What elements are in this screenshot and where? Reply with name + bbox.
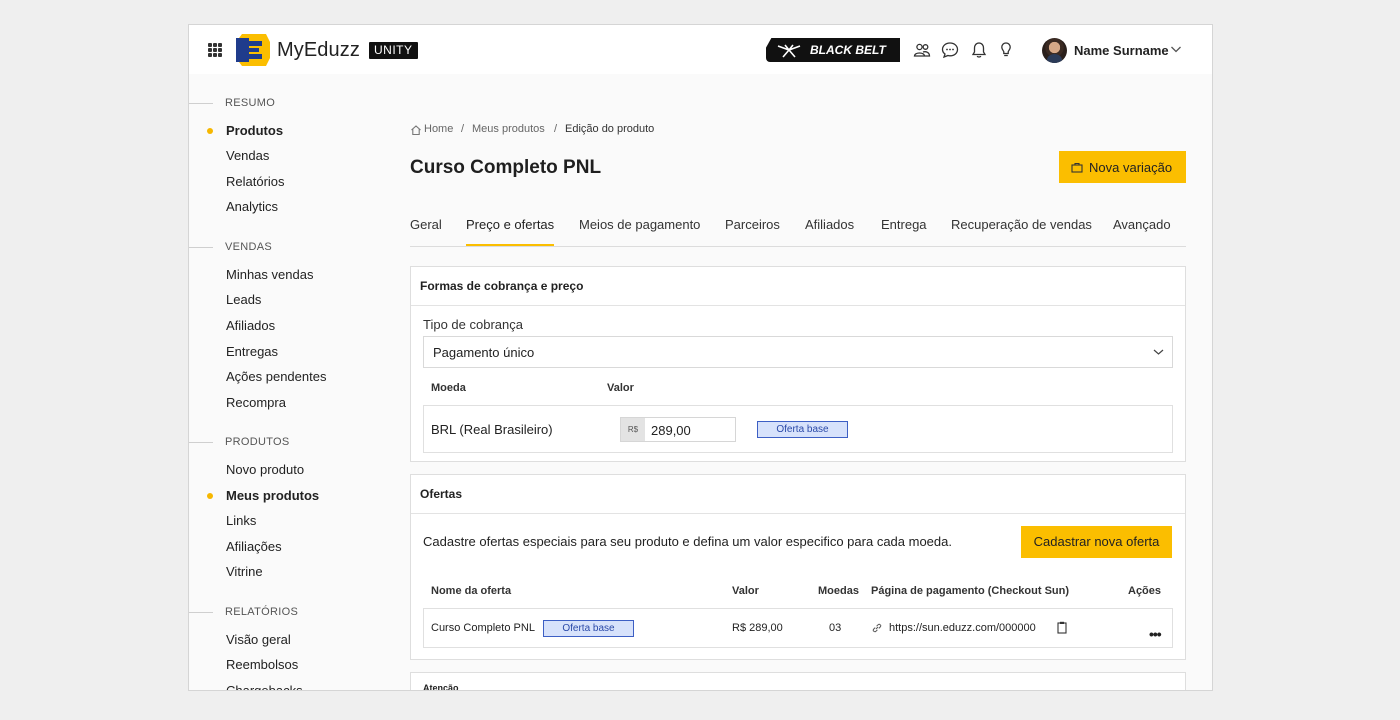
column-header-nome-da-oferta: Nome da oferta (431, 585, 512, 597)
pricing-card: Formas de cobrança e preço Tipo de cobra… (410, 266, 1186, 462)
top-bar: MyEduzz UNITY BLACK BELT Name Surname (189, 25, 1212, 74)
currency-row: BRL (Real Brasileiro) R$ 289,00 Oferta b… (423, 405, 1173, 453)
base-offer-badge: Oferta base (757, 421, 848, 438)
chevron-down-icon (1153, 349, 1164, 355)
more-actions-button[interactable]: ••• (1149, 626, 1162, 642)
column-header-valor: Valor (732, 585, 759, 597)
tab-geral[interactable]: Geral (410, 217, 442, 232)
sidebar-section-produtos: PRODUTOS (189, 436, 290, 448)
base-offer-badge: Oferta base (543, 620, 634, 637)
breadcrumb-separator: / (554, 123, 558, 135)
sidebar-item-reembolsos[interactable]: Reembolsos (226, 657, 298, 672)
pricing-card-title: Formas de cobrança e preço (420, 279, 584, 293)
active-indicator (207, 493, 213, 499)
app-window: MyEduzz UNITY BLACK BELT Name Surname RE… (188, 24, 1213, 691)
brand-name: MyEduzz (277, 39, 360, 61)
tab-preco-e-ofertas[interactable]: Preço e ofertas (466, 217, 554, 232)
link-icon (872, 623, 882, 633)
offers-card-header: Ofertas (411, 475, 1185, 514)
user-name[interactable]: Name Surname (1074, 43, 1169, 58)
sidebar-item-afiliacoes[interactable]: Afiliações (226, 539, 282, 554)
copy-icon[interactable] (1057, 621, 1067, 634)
active-tab-indicator (466, 244, 554, 246)
new-variation-label: Nova variação (1089, 159, 1173, 175)
sidebar: RESUMO Produtos Vendas Relatórios Analyt… (189, 74, 389, 690)
sidebar-item-analytics[interactable]: Analytics (226, 199, 278, 214)
tab-parceiros[interactable]: Parceiros (725, 217, 780, 232)
bell-icon[interactable] (970, 41, 988, 59)
unity-badge: UNITY (369, 42, 418, 59)
sidebar-item-novo-produto[interactable]: Novo produto (226, 462, 304, 477)
column-header-acoes: Ações (1128, 585, 1162, 597)
checkout-url[interactable]: https://sun.eduzz.com/000000 (889, 622, 1036, 634)
column-header-valor: Valor (607, 382, 634, 394)
column-header-moeda: Moeda (431, 382, 466, 394)
sidebar-section-vendas: VENDAS (189, 241, 273, 253)
sidebar-item-leads[interactable]: Leads (226, 292, 261, 307)
currency-prefix: R$ (620, 417, 646, 442)
sidebar-item-relatorios[interactable]: Relatórios (226, 174, 285, 189)
page-title: Curso Completo PNL (410, 157, 602, 178)
attention-card: Atenção (410, 672, 1186, 691)
offer-name: Curso Completo PNL (431, 622, 535, 634)
tab-meios-de-pagamento[interactable]: Meios de pagamento (579, 217, 700, 232)
offers-card-title: Ofertas (420, 487, 463, 501)
tab-avancado[interactable]: Avançado (1113, 217, 1171, 232)
users-icon[interactable] (913, 41, 931, 59)
sidebar-item-entregas[interactable]: Entregas (226, 344, 278, 359)
column-header-moedas: Moedas (818, 585, 859, 597)
eduzz-logo[interactable] (236, 34, 270, 66)
offers-description: Cadastre ofertas especiais para seu prod… (423, 534, 952, 549)
sidebar-item-chargebacks[interactable]: Chargebacks (226, 683, 303, 690)
belt-icon (777, 44, 801, 58)
sidebar-section-resumo: RESUMO (189, 97, 276, 109)
tab-entrega[interactable]: Entrega (881, 217, 927, 232)
home-icon[interactable] (410, 124, 422, 136)
sidebar-section-relatorios: RELATÓRIOS (189, 606, 299, 618)
avatar[interactable] (1042, 38, 1067, 63)
black-belt-label: BLACK BELT (810, 43, 886, 57)
breadcrumb-home[interactable]: Home (424, 123, 453, 135)
sidebar-item-meus-produtos[interactable]: Meus produtos (226, 488, 319, 503)
active-indicator (207, 128, 213, 134)
sidebar-item-afiliados[interactable]: Afiliados (226, 318, 275, 333)
new-variation-button[interactable]: Nova variação (1059, 151, 1186, 183)
breadcrumb-separator: / (461, 123, 465, 135)
table-row: Curso Completo PNL Oferta base R$ 289,00… (423, 608, 1173, 648)
offer-value: R$ 289,00 (732, 622, 783, 634)
column-header-pagina-de-pagamento: Página de pagamento (Checkout Sun) (871, 585, 1070, 597)
sidebar-item-vitrine[interactable]: Vitrine (226, 564, 263, 579)
bag-icon (1071, 162, 1083, 173)
apps-grid-icon[interactable] (208, 43, 222, 57)
tab-recuperacao-de-vendas[interactable]: Recuperação de vendas (951, 217, 1092, 232)
lightbulb-icon[interactable] (997, 41, 1015, 59)
new-offer-button[interactable]: Cadastrar nova oferta (1021, 526, 1172, 558)
black-belt-badge[interactable]: BLACK BELT (766, 38, 900, 62)
currency-name: BRL (Real Brasileiro) (431, 422, 553, 437)
offers-card: Ofertas Cadastre ofertas especiais para … (410, 474, 1186, 660)
sidebar-item-links[interactable]: Links (226, 513, 256, 528)
sidebar-item-vendas[interactable]: Vendas (226, 148, 269, 163)
tab-bar: Geral Preço e ofertas Meios de pagamento… (410, 215, 1186, 247)
chat-icon[interactable] (941, 41, 959, 59)
sidebar-item-visao-geral[interactable]: Visão geral (226, 632, 291, 647)
offer-currencies: 03 (829, 622, 842, 634)
attention-title: Atenção (423, 683, 459, 691)
price-input[interactable]: 289,00 (645, 417, 736, 442)
pricing-card-header: Formas de cobrança e preço (411, 267, 1185, 306)
breadcrumb-meus-produtos[interactable]: Meus produtos (472, 123, 545, 135)
billing-type-value: Pagamento único (433, 345, 535, 360)
tab-afiliados[interactable]: Afiliados (805, 217, 854, 232)
sidebar-item-recompra[interactable]: Recompra (226, 395, 286, 410)
breadcrumb-current: Edição do produto (565, 123, 655, 135)
sidebar-item-produtos[interactable]: Produtos (226, 123, 283, 138)
billing-type-label: Tipo de cobrança (423, 317, 523, 332)
sidebar-item-minhas-vendas[interactable]: Minhas vendas (226, 267, 313, 282)
billing-type-select[interactable]: Pagamento único (423, 336, 1173, 368)
sidebar-item-acoes-pendentes[interactable]: Ações pendentes (226, 369, 326, 384)
chevron-down-icon[interactable] (1170, 44, 1182, 54)
